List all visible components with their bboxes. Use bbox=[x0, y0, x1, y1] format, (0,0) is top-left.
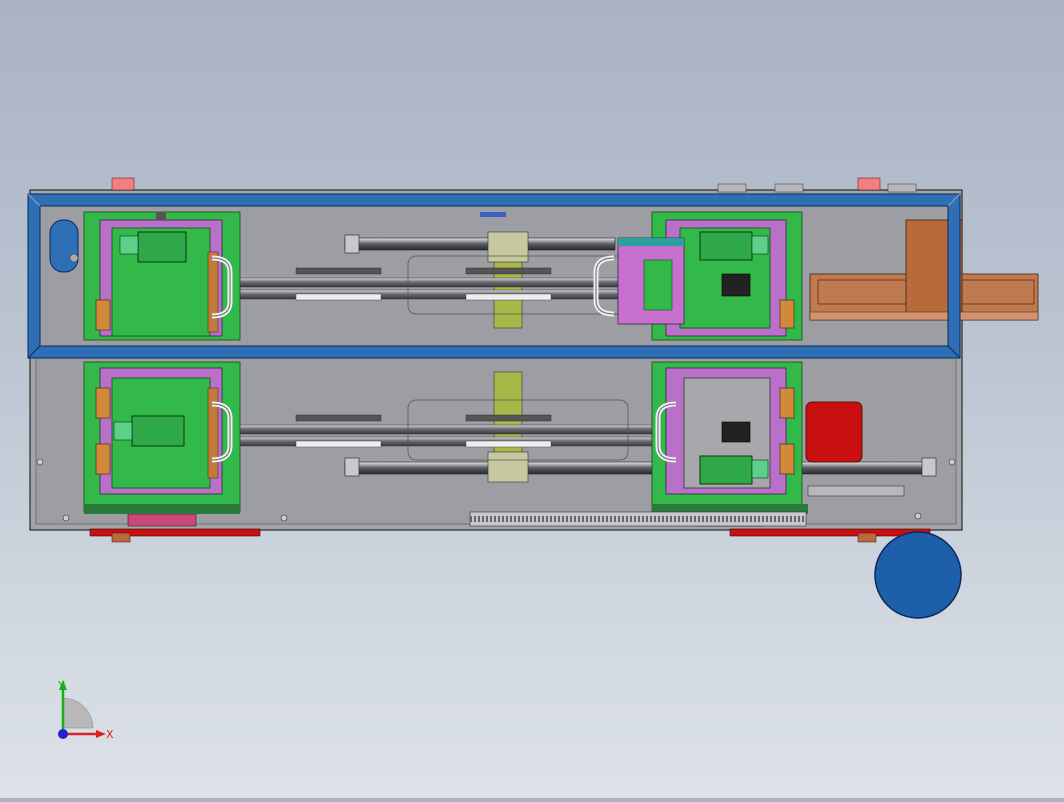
assembly-drawing bbox=[27, 177, 1039, 619]
frame-handle-hole bbox=[49, 219, 79, 273]
triad-quadrant bbox=[62, 697, 94, 729]
left-carriage-lower bbox=[83, 361, 241, 527]
base-feet bbox=[89, 528, 931, 543]
bottom-rack bbox=[469, 511, 807, 527]
sensor-rod bbox=[807, 485, 905, 497]
left-carriage-upper bbox=[83, 211, 241, 341]
blue-wheel bbox=[874, 531, 962, 619]
x-arrowhead bbox=[96, 730, 106, 738]
axis-triad: Y X bbox=[57, 679, 114, 741]
cad-viewport[interactable] bbox=[0, 0, 1064, 798]
right-carriage-lower bbox=[651, 361, 808, 527]
red-block bbox=[805, 401, 863, 463]
y-label: Y bbox=[57, 679, 65, 692]
z-axis-origin bbox=[58, 729, 68, 739]
x-label: X bbox=[106, 728, 114, 741]
